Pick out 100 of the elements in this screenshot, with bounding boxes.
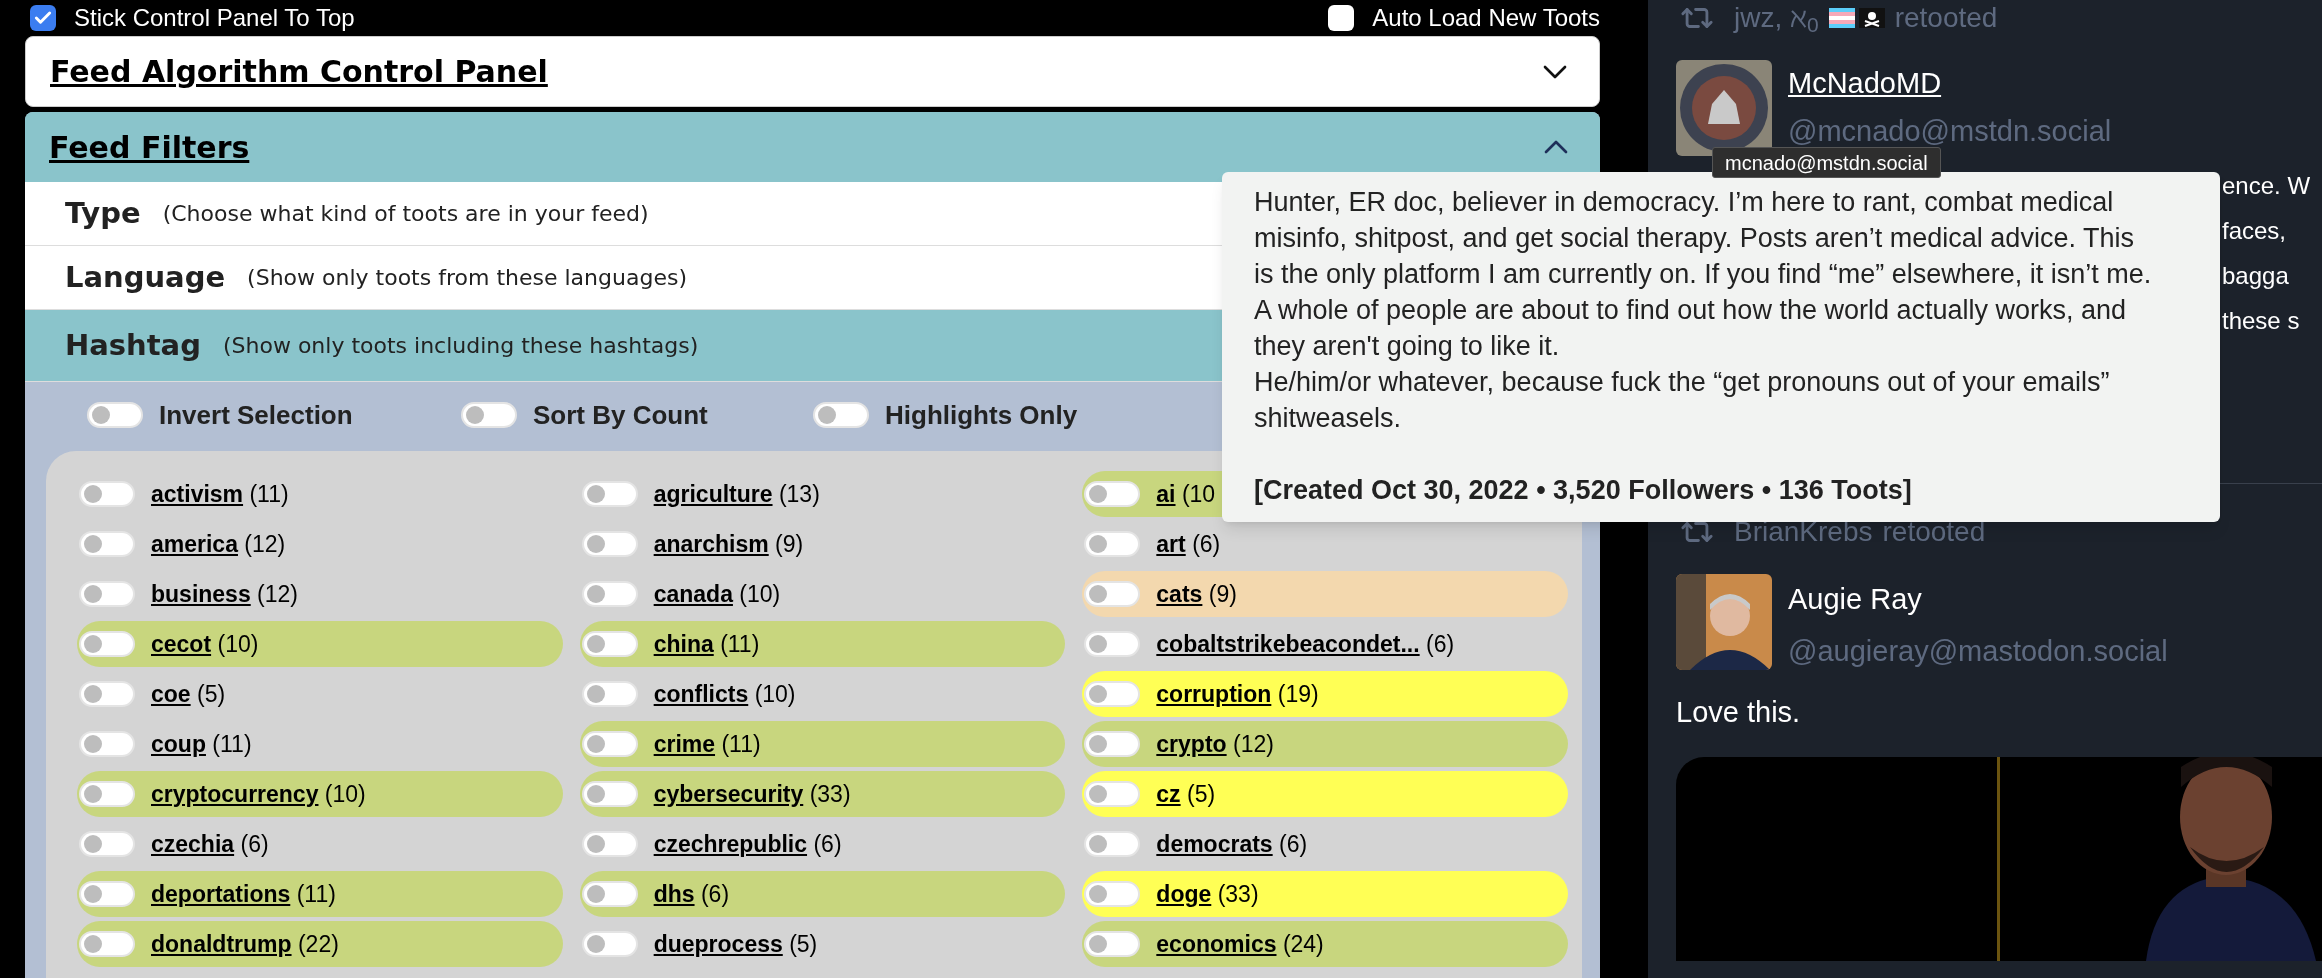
toggle-switch[interactable] [581,781,638,807]
toggle-switch[interactable] [79,631,135,657]
hashtag-link[interactable]: business [151,580,251,607]
toggle-switch[interactable] [1084,681,1141,707]
hashtag-row[interactable]: cecot (10) [77,621,563,667]
hashtag-link[interactable]: deportations [151,880,291,907]
panel-header[interactable]: Feed Algorithm Control Panel [25,36,1600,107]
toggle-switch[interactable] [79,731,135,757]
toggle-switch[interactable] [79,831,135,857]
hashtag-row[interactable]: deportations (11) [77,871,563,917]
toggle-switch[interactable] [79,781,135,807]
checkbox[interactable] [1328,5,1355,31]
toggle-switch[interactable] [581,831,638,857]
toggle-switch[interactable] [79,931,135,957]
hashtag-link[interactable]: china [653,630,714,657]
toggle-switch[interactable] [87,402,143,428]
toggle-switch[interactable] [1084,931,1141,957]
hashtag-link[interactable]: america [151,530,238,557]
toggle-switch[interactable] [581,631,638,657]
hashtag-link[interactable]: crime [653,730,716,757]
hashtag-link[interactable]: czechia [151,830,235,857]
hashtag-row[interactable]: coe (5) [77,671,563,717]
hashtag-link[interactable]: dueprocess [653,930,783,957]
toggle-switch[interactable] [1084,631,1141,657]
panel-title[interactable]: Feed Filters [49,124,250,170]
hashtag-link[interactable]: ai [1156,480,1176,507]
hashtag-row[interactable]: business (12) [77,571,563,617]
hashtag-row[interactable]: crime (11) [579,721,1066,767]
hashtag-row[interactable]: art (6) [1082,521,1568,567]
hashtag-row[interactable]: anarchism (9) [579,521,1066,567]
hashtag-link[interactable]: agriculture [653,480,773,507]
hashtag-link[interactable]: corruption [1156,680,1272,707]
hashtag-row[interactable]: agriculture (13) [579,471,1066,517]
hashtag-link[interactable]: activism [151,480,244,507]
toggle-switch[interactable] [1084,531,1141,557]
hashtag-row[interactable]: dueprocess (5) [579,921,1066,967]
toggle-switch[interactable] [79,681,135,707]
hashtag-link[interactable]: doge [1156,880,1212,907]
panel-title[interactable]: Feed Algorithm Control Panel [50,49,548,94]
avatar[interactable] [1676,574,1772,670]
hashtag-row[interactable]: corruption (19) [1082,671,1568,717]
hashtag-row[interactable]: cats (9) [1082,571,1568,617]
hashtag-row[interactable]: conflicts (10) [579,671,1066,717]
hashtag-link[interactable]: cz [1156,780,1181,807]
toggle-switch[interactable] [1084,881,1141,907]
hashtag-row[interactable]: activism (11) [77,471,563,517]
hashtag-link[interactable]: economics [1156,930,1277,957]
toggle-switch[interactable] [581,881,638,907]
hashtag-link[interactable]: cats [1156,580,1203,607]
hashtag-link[interactable]: art [1156,530,1186,557]
hashtag-row[interactable]: coup (11) [77,721,563,767]
hashtag-link[interactable]: coe [151,680,191,707]
hashtag-row[interactable]: cobaltstrikebeacondet... (6) [1082,621,1568,667]
hashtag-link[interactable]: anarchism [653,530,769,557]
toggle-switch[interactable] [79,581,135,607]
toggle-switch[interactable] [1084,831,1141,857]
hashtag-row[interactable]: crypto (12) [1082,721,1568,767]
hashtag-link[interactable]: cobaltstrikebeacondet... [1156,630,1420,657]
toggle-switch[interactable] [581,931,638,957]
toggle-switch[interactable] [1084,581,1141,607]
hashtag-link[interactable]: donaldtrump [151,930,292,957]
hashtag-link[interactable]: cryptocurrency [151,780,319,807]
hashtag-link[interactable]: dhs [653,880,695,907]
hashtag-link[interactable]: czechrepublic [653,830,808,857]
author-name[interactable]: McNadoMD [1788,62,2112,106]
hashtag-link[interactable]: cecot [151,630,212,657]
hashtag-row[interactable]: cryptocurrency (10) [77,771,563,817]
hashtag-row[interactable]: america (12) [77,521,563,567]
hashtag-row[interactable]: cybersecurity (33) [579,771,1066,817]
hashtag-row[interactable]: dhs (6) [579,871,1066,917]
hashtag-row[interactable]: czechrepublic (6) [579,821,1066,867]
toggle-switch[interactable] [1084,481,1141,507]
hashtag-row[interactable]: doge (33) [1082,871,1568,917]
toggle-switch[interactable] [79,481,135,507]
toggle-switch[interactable] [79,881,135,907]
hashtag-link[interactable]: canada [653,580,733,607]
hashtag-row[interactable]: cz (5) [1082,771,1568,817]
hashtag-link[interactable]: cybersecurity [653,780,804,807]
toggle-switch[interactable] [581,581,638,607]
checkbox[interactable] [30,5,56,31]
hashtag-row[interactable]: czechia (6) [77,821,563,867]
toggle-switch[interactable] [581,681,638,707]
hashtag-row[interactable]: canada (10) [579,571,1066,617]
avatar[interactable] [1676,60,1772,156]
toggle-switch[interactable] [813,402,869,428]
hashtag-row[interactable]: china (11) [579,621,1066,667]
hashtag-row[interactable]: donaldtrump (22) [77,921,563,967]
toggle-switch[interactable] [581,731,638,757]
toggle-switch[interactable] [581,531,638,557]
toggle-switch[interactable] [461,402,517,428]
hashtag-link[interactable]: democrats [1156,830,1273,857]
toggle-switch[interactable] [1084,781,1141,807]
toggle-switch[interactable] [79,531,135,557]
hashtag-row[interactable]: economics (24) [1082,921,1568,967]
panel-header[interactable]: Feed Filters [25,112,1600,182]
hashtag-link[interactable]: conflicts [653,680,749,707]
hashtag-link[interactable]: coup [151,730,206,757]
hashtag-row[interactable]: democrats (6) [1082,821,1568,867]
toggle-switch[interactable] [581,481,638,507]
author-name[interactable]: Augie Ray [1788,578,2168,622]
